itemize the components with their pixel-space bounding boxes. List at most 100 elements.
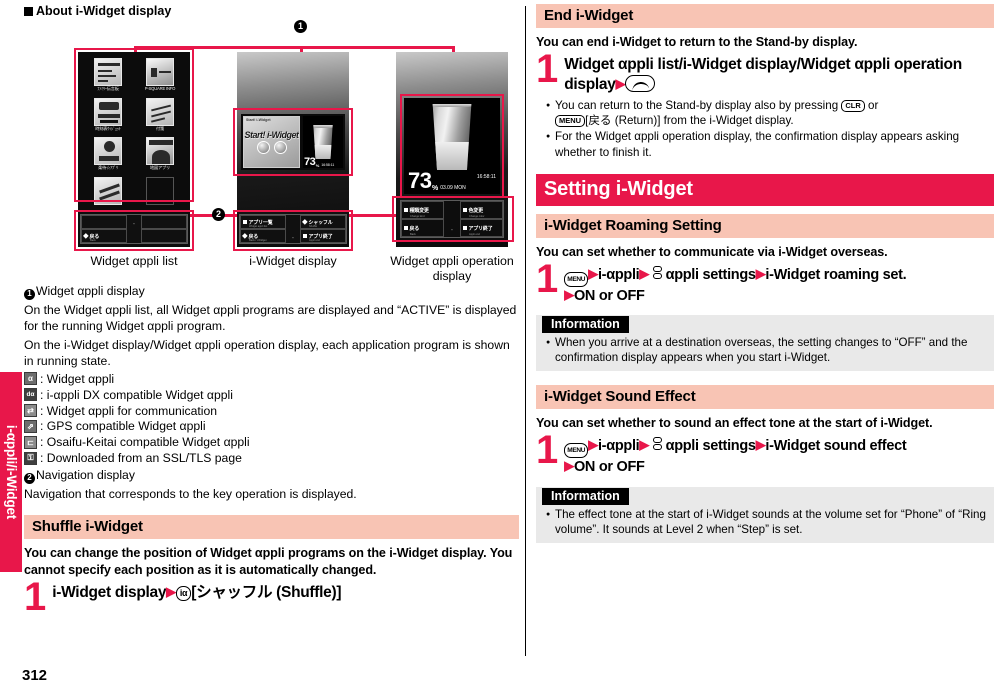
dx-icon: dα	[24, 388, 37, 402]
figure-marker-1: 1	[294, 20, 307, 33]
glass-gauge-icon	[313, 125, 333, 159]
nav-sublabel: Back	[90, 238, 96, 242]
information-list: The effect tone at the start of i-Widget…	[536, 507, 994, 537]
appli-icon-sticky-note	[146, 97, 174, 126]
op-center-bottom: ‸	[451, 225, 453, 231]
step-text: MENU ▶i-αppli▶ αppli settings▶i-Widget ro…	[564, 265, 907, 305]
op-sublabel: Change kind	[410, 214, 425, 218]
arrow-icon: ▶	[588, 437, 598, 453]
end-step-1: 1 Widget αppli list/i-Widget display/Wid…	[536, 47, 994, 94]
section-heading-end-iwidget: End i-Widget	[536, 4, 994, 28]
legend-text: : Widget αppli	[40, 371, 115, 386]
appli-icon-partial	[94, 176, 122, 205]
arrow-icon: ▶	[588, 265, 598, 281]
menu-key-icon: MENU	[555, 115, 586, 128]
op-label: 種類変更	[409, 207, 429, 214]
step-part-1: i-αppli	[597, 266, 640, 283]
gps-icon: ⇗	[24, 420, 37, 434]
information-title: Information	[542, 316, 629, 334]
appli-cell: ﾌｧﾐﾘｰ伝言板	[85, 58, 131, 92]
figure-marker-2: 2	[212, 208, 225, 221]
step-part-4: ON or OFF	[573, 459, 645, 476]
menu-key-icon: MENU	[564, 271, 589, 287]
step-suffix: [シャッフル (Shuffle)]	[191, 583, 342, 601]
right-column: End i-Widget You can end i-Widget to ret…	[536, 4, 994, 543]
note-text-post: [戻る (Return)] from the i-Widget display.	[585, 114, 794, 128]
shuffle-step-1: 1 i-Widget display▶ iα [シャッフル (Shuffle)]	[24, 577, 519, 617]
step-part-2: αppli settings	[665, 438, 756, 455]
item-1-paragraph-1: On the Widget αppli list, all Widget αpp…	[24, 302, 517, 334]
information-list: When you arrive at a destination oversea…	[536, 335, 994, 365]
step-prefix: i-Widget display	[52, 583, 167, 601]
step-line-1: Widget αppli list/i-Widget display/Widge…	[564, 56, 962, 74]
nav-cell-right-bottom	[141, 229, 187, 243]
legend-text: : i-αppli DX compatible Widget αppli	[40, 387, 233, 402]
screenshot-widget-operation-display: 73 % 03.09 MON 16:58:11 ■ ｳｨｼﾞｪｯﾄ 種類変更 C…	[392, 52, 514, 247]
item-1-paragraph-2: On the i-Widget display/Widget αppli ope…	[24, 337, 510, 369]
appli-settings-key-icon	[652, 437, 662, 452]
manual-page: i-αppli/i-Widget 312 About i-Widget disp…	[0, 0, 1004, 699]
arrow-icon: ▶	[755, 437, 766, 453]
item-2-text: Navigation that corresponds to the key o…	[24, 487, 357, 502]
appli-label: P-SQUARE INFO	[144, 86, 176, 91]
widget-strip: Start! i-Widget Start! i-Widget 73 % 16:…	[241, 114, 345, 170]
appli-label: ﾌｧﾐﾘｰ伝言板	[97, 86, 119, 91]
gauge-time-top: 16:58:11	[476, 174, 496, 180]
alpha-icon: α	[24, 372, 37, 386]
op-label: アプリ終了	[468, 225, 493, 232]
screenshot-iwidget-display: Start! i-Widget Start! i-Widget 73 % 16:…	[233, 52, 353, 251]
op-cell-left-bottom: 戻る Back	[401, 219, 444, 237]
appli-icon-empty	[146, 176, 174, 205]
op-center-top	[444, 201, 460, 219]
legend-text: : Downloaded from an SSL/TLS page	[40, 451, 242, 466]
item-2-title-line: 2 Navigation display	[24, 467, 519, 485]
step-text: i-Widget display▶ iα [シャッフル (Shuffle)]	[52, 583, 341, 603]
appli-grid-row: 時刻表ｳｨｼﾞｪｯﾄ 付箋	[82, 97, 186, 132]
step-number: 1	[536, 47, 559, 92]
nav-marker-icon	[83, 233, 89, 239]
appli-icon-map	[146, 137, 174, 166]
nav-center-bottom	[127, 229, 141, 243]
glass-gauge-icon-large	[432, 104, 472, 170]
arrow-icon: ▶	[564, 286, 574, 302]
appli-icon-timetable-widget	[94, 97, 122, 126]
appli-grid-row: 楽待☆ｱﾌﾟﾘ 地図アプリ	[82, 137, 186, 171]
step-line-2: display	[564, 75, 616, 93]
nav-sublabel: Shuffle	[309, 224, 318, 228]
about-heading: About i-Widget display	[24, 4, 519, 18]
legend-text: : GPS compatible Widget αppli	[40, 419, 206, 434]
note-text-mid: or	[864, 99, 879, 113]
gauge-unit: %	[315, 162, 320, 168]
figure-caption-2: i-Widget display	[249, 254, 337, 268]
op-cell-left-top: 種類変更 Change kind	[401, 201, 444, 219]
legend-item: ⊏ : Osaifu-Keitai compatible Widget αppl…	[24, 435, 519, 449]
widget-button-right-icon	[273, 141, 287, 154]
appli-cell: 時刻表ｳｨｼﾞｪｯﾄ	[85, 97, 131, 132]
sound-step-1: 1 MENU ▶i-αppli▶ αppli settings▶i-Widget …	[536, 430, 994, 476]
gauge-readout: 73 % 16:58:11	[304, 157, 334, 168]
navigation-bar-list: ‸ 戻る Back	[80, 214, 188, 244]
roaming-intro: You can set whether to communicate via i…	[536, 244, 888, 259]
op-marker-icon	[404, 208, 408, 212]
appli-icon-family-board	[94, 58, 122, 86]
arrow-icon: ▶	[639, 437, 650, 453]
end-intro: You can end i-Widget to return to the St…	[536, 35, 858, 49]
end-note-2: For the Widget αppli operation display, …	[546, 129, 994, 159]
gauge-readout: 73 % 03.09 MON	[408, 170, 466, 192]
op-cell-right-bottom: アプリ終了 Appli end	[460, 219, 503, 237]
item-1-title-line: 1 Widget αppli display	[24, 283, 519, 300]
communication-icon: ⇄	[24, 404, 37, 418]
appli-icon-psquare-info	[146, 58, 174, 86]
nav-cell-left-bottom: 戻る Back / i-Widget	[240, 229, 286, 243]
information-item: The effect tone at the start of i-Widget…	[546, 507, 986, 537]
widget-card-start-text: Start! i-Widget	[244, 130, 299, 140]
nav-center-bottom: ‸	[292, 233, 294, 239]
legend-text: : Widget αppli for communication	[40, 403, 218, 418]
item-2-block: 2 Navigation display Navigation that corr…	[24, 467, 519, 502]
end-note-1: You can return to the Stand-by display a…	[546, 98, 994, 128]
nav-marker-icon	[242, 233, 248, 239]
appli-label: 地図アプリ	[150, 165, 170, 171]
legend-item: ⇗ : GPS compatible Widget αppli	[24, 419, 519, 433]
gauge-value: 73	[304, 156, 316, 168]
nav-marker-icon	[243, 220, 247, 224]
